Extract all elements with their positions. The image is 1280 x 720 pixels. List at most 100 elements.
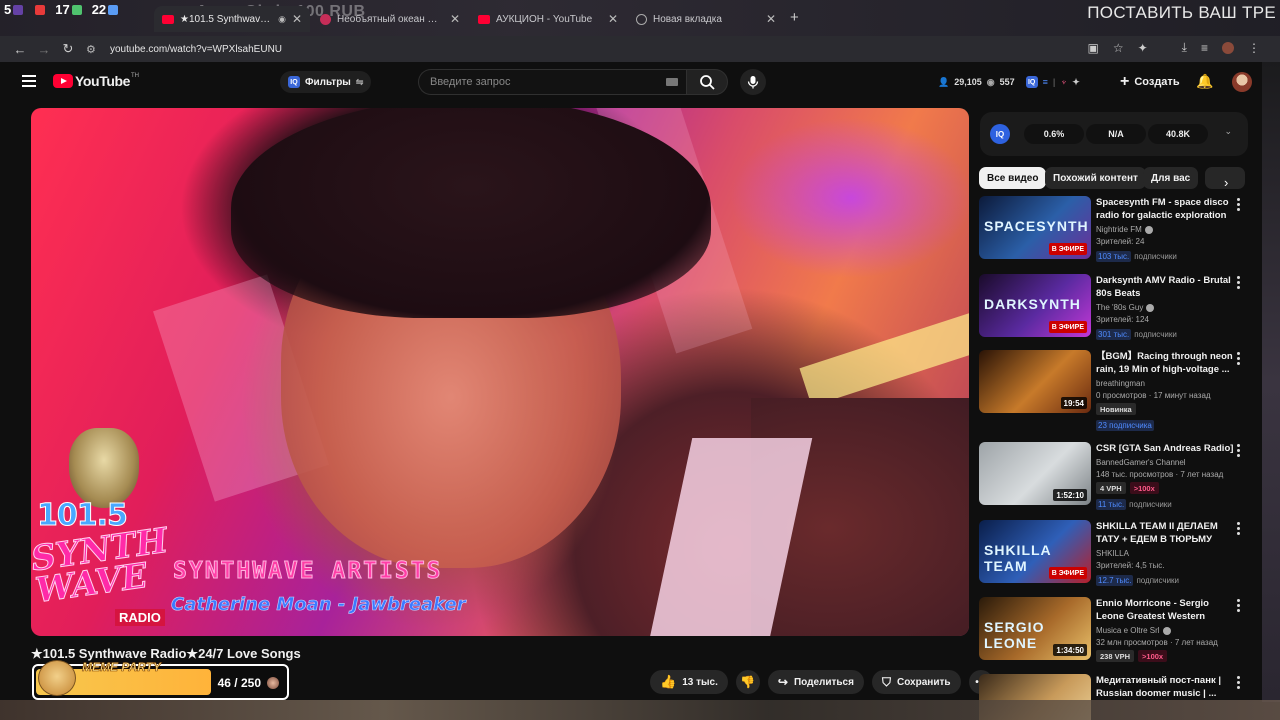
more-vertical-icon[interactable] bbox=[1237, 276, 1241, 291]
chip-all[interactable]: Все видео bbox=[979, 167, 1047, 189]
forward-button[interactable]: → bbox=[32, 42, 56, 57]
menu-hamburger-icon[interactable] bbox=[22, 75, 36, 90]
more-vertical-icon[interactable] bbox=[1237, 444, 1241, 459]
save-button[interactable]: ⛉ Сохранить bbox=[871, 670, 961, 694]
tab-new[interactable]: Новая вкладка ✕ bbox=[628, 6, 784, 32]
iq-stat-na: N/A bbox=[1086, 124, 1146, 144]
chevron-right-icon[interactable]: › bbox=[1224, 175, 1228, 190]
twitch-icon bbox=[13, 4, 24, 15]
avatar[interactable] bbox=[1232, 72, 1252, 92]
menu-icon[interactable]: ⋮ bbox=[1248, 41, 1260, 55]
back-button[interactable]: ← bbox=[8, 42, 32, 57]
subscriber-count: 103 тыс. подписчики bbox=[1096, 251, 1177, 262]
url-field[interactable]: ⚙ youtube.com/watch?v=WPXlsahEUNU bbox=[86, 38, 1086, 60]
recommendation-title[interactable]: Ennio Morricone - Sergio Leone Greatest … bbox=[1096, 597, 1234, 623]
create-button[interactable]: + Создать bbox=[1116, 70, 1184, 94]
tab-ocean[interactable]: Необъятный океан — смотре ✕ bbox=[312, 6, 468, 32]
video-thumbnail[interactable]: SHKILLA TEAM В ЭФИРЕ bbox=[979, 520, 1091, 583]
voice-search-button[interactable] bbox=[740, 69, 766, 95]
reload-button[interactable]: ↻ bbox=[56, 41, 80, 57]
chip-related[interactable]: Похожий контент bbox=[1045, 167, 1146, 189]
search-input[interactable]: Введите запрос bbox=[418, 69, 686, 95]
share-button[interactable]: ↪ Поделиться bbox=[767, 670, 864, 694]
channel-name[interactable]: BannedGamer's Channel bbox=[1096, 458, 1234, 467]
bookmark-star-icon[interactable]: ☆ bbox=[1113, 41, 1124, 55]
sparkle-icon[interactable]: ✦ bbox=[1072, 77, 1080, 88]
recommendation-title[interactable]: Darksynth AMV Radio - Brutal 80s Beats bbox=[1096, 274, 1234, 300]
subscriber-label: подписчики bbox=[1129, 500, 1172, 509]
subscriber-label: подписчики bbox=[1134, 330, 1177, 339]
trophy-icon[interactable]: ♆ bbox=[1060, 77, 1067, 87]
tab-auction[interactable]: АУКЦИОН - YouTube ✕ bbox=[470, 6, 626, 32]
dislike-button[interactable]: 👎 bbox=[735, 670, 760, 694]
stream-frame-edge bbox=[1262, 62, 1280, 702]
video-thumbnail[interactable]: 1:52:10 bbox=[979, 442, 1091, 505]
filters-button[interactable]: IQ Фильтры ⇋ bbox=[280, 71, 372, 93]
duration-badge: 1:52:10 bbox=[1053, 489, 1087, 501]
youtube-logo[interactable]: YouTube TH bbox=[53, 73, 139, 89]
recommendation-title[interactable]: Медитативный пост-панк | Russian doomer … bbox=[1096, 674, 1234, 700]
tab-synthwave[interactable]: ★101.5 Synthwave Radio ◉ ✕ bbox=[154, 6, 310, 32]
chevron-down-icon[interactable]: ⌄ bbox=[1224, 126, 1232, 137]
recommendation-item[interactable]: SHKILLA TEAM В ЭФИРЕ SHKILLA TEAM II ДЕЛАЕ… bbox=[979, 520, 1249, 590]
notifications-bell-icon[interactable]: 🔔 bbox=[1196, 73, 1213, 90]
iq-icon[interactable]: IQ bbox=[1025, 76, 1038, 88]
video-thumbnail[interactable]: SERGIO LEONE 1:34:50 bbox=[979, 597, 1091, 660]
channel-name[interactable]: The '80s Guy bbox=[1096, 303, 1234, 312]
more-vertical-icon[interactable] bbox=[1237, 599, 1241, 614]
thumbs-up-icon: 👍 bbox=[660, 674, 677, 689]
recommendation-title[interactable]: SHKILLA TEAM II ДЕЛАЕМ ТАТУ + ЕДЕМ В ТЮР… bbox=[1096, 520, 1234, 546]
channel-name[interactable]: breathingman bbox=[1096, 379, 1234, 388]
extensions-icon[interactable]: ✦ bbox=[1138, 41, 1148, 55]
search-button[interactable] bbox=[686, 69, 728, 95]
extension-badge[interactable]: 17 bbox=[55, 2, 82, 17]
download-icon[interactable]: ⤓ bbox=[1182, 40, 1187, 55]
audio-icon[interactable]: ◉ bbox=[278, 14, 286, 25]
new-tab-button[interactable]: + bbox=[790, 9, 799, 26]
video-player[interactable]: 101.5 SYNTH WAVE RADIO SYNTHWAVE ARTISTS… bbox=[31, 108, 969, 636]
stream-overlay-text: ПОСТАВИТЬ ВАШ ТРЕ bbox=[1087, 3, 1276, 22]
extension-badge[interactable]: 22 bbox=[92, 2, 119, 17]
more-vertical-icon[interactable] bbox=[1237, 352, 1241, 367]
close-tab-icon[interactable]: ✕ bbox=[292, 12, 302, 26]
close-tab-icon[interactable]: ✕ bbox=[450, 12, 460, 26]
channel-name[interactable]: Nightride FM bbox=[1096, 225, 1234, 234]
recommendation-item[interactable]: SERGIO LEONE 1:34:50 Ennio Morricone - Ser… bbox=[979, 597, 1249, 667]
video-thumbnail[interactable]: 19:54 bbox=[979, 350, 1091, 413]
video-thumbnail[interactable]: DARKSYNTH В ЭФИРЕ bbox=[979, 274, 1091, 337]
eye-count: 557 bbox=[999, 77, 1015, 87]
recommendation-title[interactable]: 【BGM】Racing through neon rain, 19 Min of… bbox=[1096, 350, 1234, 376]
recommendation-title[interactable]: Spacesynth FM - space disco radio for ga… bbox=[1096, 196, 1234, 222]
recommendation-item[interactable]: 1:52:10 CSR [GTA San Andreas Radio] Banned… bbox=[979, 442, 1249, 512]
recommendation-item[interactable]: 19:54 【BGM】Racing through neon rain, 19 M… bbox=[979, 350, 1249, 431]
media-icon[interactable]: ≡ bbox=[1201, 41, 1208, 55]
subscriber-number: 23 подписчика bbox=[1096, 420, 1154, 431]
filters-label: Фильтры bbox=[305, 76, 351, 88]
list-icon[interactable]: ≡ bbox=[1043, 77, 1048, 87]
site-info-icon[interactable]: ⚙ bbox=[86, 43, 100, 56]
recommendation-title[interactable]: CSR [GTA San Andreas Radio] bbox=[1096, 442, 1234, 455]
more-vertical-icon[interactable] bbox=[1237, 198, 1241, 213]
more-vertical-icon[interactable] bbox=[1237, 522, 1241, 537]
channel-name[interactable]: Musica e Oltre Srl bbox=[1096, 626, 1234, 635]
eye-icon: ◉ bbox=[986, 76, 995, 87]
duration-badge: 1:34:50 bbox=[1053, 644, 1087, 656]
close-tab-icon[interactable]: ✕ bbox=[608, 12, 618, 26]
cast-icon[interactable]: ▣ bbox=[1088, 41, 1099, 55]
more-vertical-icon[interactable] bbox=[1237, 676, 1241, 691]
close-tab-icon[interactable]: ✕ bbox=[766, 12, 776, 26]
chip-for-you[interactable]: Для вас bbox=[1143, 167, 1199, 189]
recommendation-item[interactable]: SPACESYNTH В ЭФИРЕ Spacesynth FM - space d… bbox=[979, 196, 1249, 266]
profile-icon[interactable] bbox=[1222, 41, 1234, 54]
live-badge: В ЭФИРЕ bbox=[1048, 567, 1087, 579]
recommendation-info: Darksynth AMV Radio - Brutal 80s Beats Th… bbox=[1096, 274, 1234, 342]
recommendation-info: SHKILLA TEAM II ДЕЛАЕМ ТАТУ + ЕДЕМ В ТЮР… bbox=[1096, 520, 1234, 588]
like-button[interactable]: 👍 13 тыс. bbox=[650, 670, 728, 694]
extension-badge[interactable] bbox=[33, 2, 46, 17]
video-thumbnail[interactable]: SPACESYNTH В ЭФИРЕ bbox=[979, 196, 1091, 259]
keyboard-icon[interactable] bbox=[666, 78, 678, 86]
recommendation-item[interactable]: DARKSYNTH В ЭФИРЕ Darksynth AMV Radio - Br… bbox=[979, 274, 1249, 344]
extension-badge[interactable]: 5 bbox=[4, 2, 24, 17]
iq-stats-panel: IQ 0.6% N/A 40.8K ⌄ bbox=[980, 112, 1248, 156]
channel-name[interactable]: SHKILLA bbox=[1096, 549, 1234, 558]
